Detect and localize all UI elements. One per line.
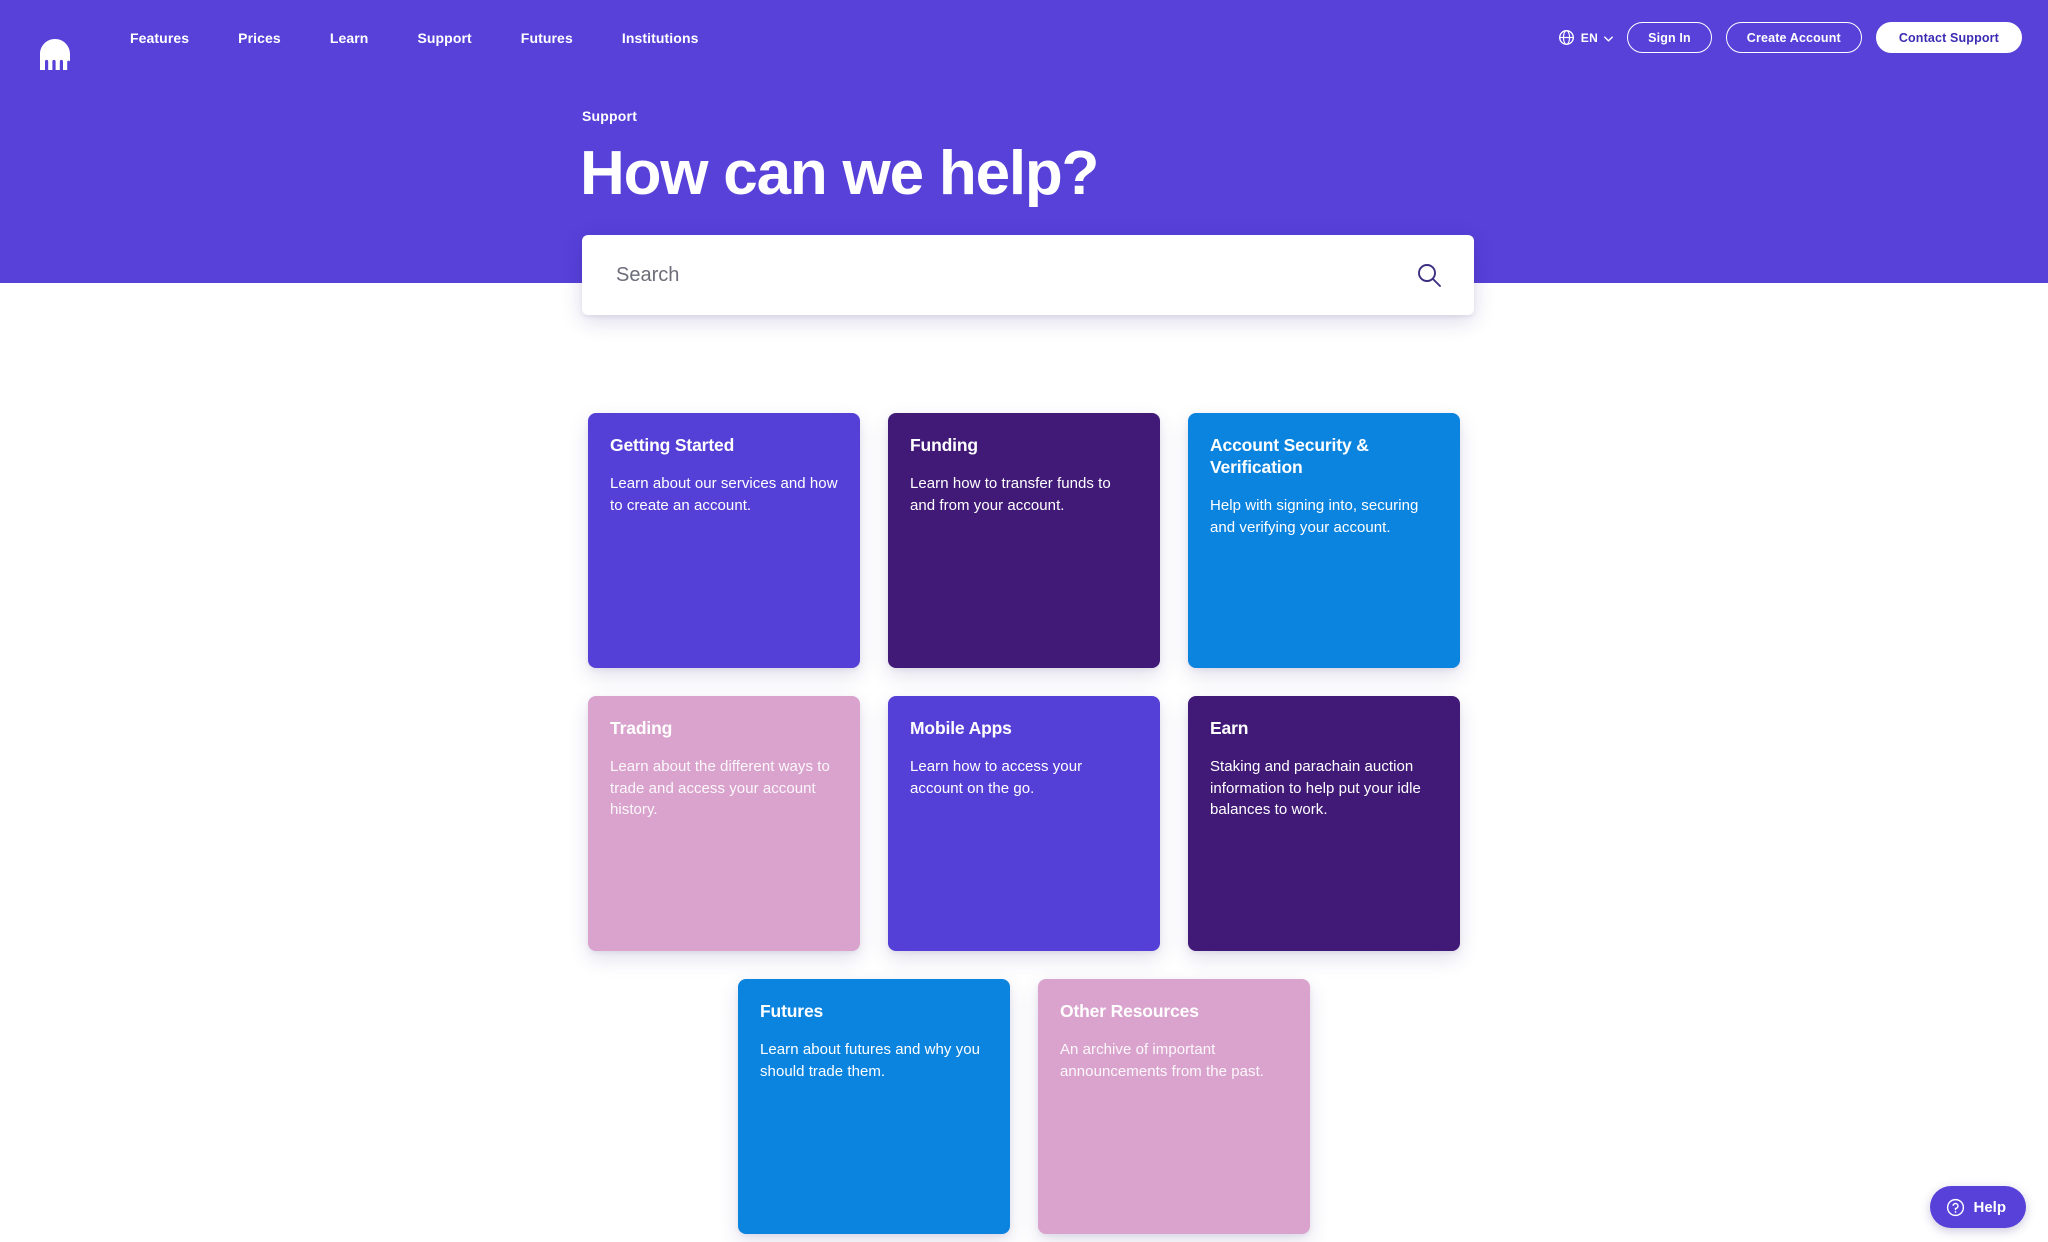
kraken-octopus-logo[interactable] [18, 18, 70, 70]
card-row-1: Getting Started Learn about our services… [0, 413, 2048, 668]
contact-support-button[interactable]: Contact Support [1875, 22, 2022, 53]
question-circle-icon [1947, 1198, 1965, 1216]
card-title: Mobile Apps [910, 718, 1012, 738]
card-description: Learn about futures and why you should t… [760, 1040, 981, 1080]
chevron-down-icon [1604, 35, 1614, 42]
nav-link-institutions[interactable]: Institutions [622, 24, 699, 52]
support-category-grid: Getting Started Learn about our services… [0, 413, 2048, 1234]
card-description: An archive of important announcements fr… [1060, 1040, 1265, 1080]
nav-link-prices[interactable]: Prices [238, 24, 281, 52]
nav-link-futures[interactable]: Futures [521, 24, 573, 52]
create-account-button[interactable]: Create Account [1725, 22, 1862, 53]
search-icon [1418, 264, 1441, 287]
breadcrumb-support: Support [582, 108, 638, 124]
card-other-resources[interactable]: Other Resources An archive of important … [1038, 979, 1310, 1234]
card-title: Futures [760, 1001, 824, 1021]
help-widget-button[interactable]: Help [1930, 1186, 2026, 1228]
nav-link-support[interactable]: Support [417, 24, 471, 52]
language-label: EN [1580, 30, 1599, 45]
card-row-2: Trading Learn about the different ways t… [0, 696, 2048, 951]
nav-right-actions: EN Sign In Create Account Contact Suppor… [1558, 0, 2022, 75]
card-description: Learn about the different ways to trade … [610, 757, 830, 819]
search-button[interactable] [1412, 258, 1446, 292]
card-trading[interactable]: Trading Learn about the different ways t… [588, 696, 860, 951]
card-title: Other Resources [1060, 1001, 1199, 1021]
page-title: How can we help? [580, 139, 1099, 208]
card-mobile-apps[interactable]: Mobile Apps Learn how to access your acc… [888, 696, 1160, 951]
card-description: Learn how to transfer funds to and from … [910, 474, 1111, 514]
sign-in-button[interactable]: Sign In [1627, 22, 1712, 53]
nav-link-features[interactable]: Features [130, 24, 189, 52]
card-title: Trading [610, 718, 673, 738]
card-description: Staking and parachain auction informatio… [1210, 757, 1421, 819]
card-title: Getting Started [610, 435, 735, 455]
top-navigation-bar: Features Prices Learn Support Futures In… [0, 0, 2048, 75]
card-account-security-verification[interactable]: Account Security & Verification Help wit… [1188, 413, 1460, 668]
card-title: Account Security & Verification [1210, 435, 1369, 477]
search-input[interactable] [616, 235, 1412, 315]
globe-icon [1558, 30, 1574, 45]
language-selector[interactable]: EN [1558, 29, 1614, 46]
card-description: Learn about our services and how to crea… [610, 474, 838, 514]
nav-link-learn[interactable]: Learn [330, 24, 369, 52]
card-earn[interactable]: Earn Staking and parachain auction infor… [1188, 696, 1460, 951]
card-futures[interactable]: Futures Learn about futures and why you … [738, 979, 1010, 1234]
search-bar[interactable] [582, 235, 1474, 315]
card-title: Funding [910, 435, 978, 455]
nav-links: Features Prices Learn Support Futures In… [130, 0, 698, 75]
help-widget-label: Help [1973, 1198, 2006, 1216]
card-description: Learn how to access your account on the … [910, 757, 1083, 797]
kraken-octopus-logo-glyph [40, 39, 70, 70]
card-row-3: Futures Learn about futures and why you … [0, 979, 2048, 1234]
card-getting-started[interactable]: Getting Started Learn about our services… [588, 413, 860, 668]
card-funding[interactable]: Funding Learn how to transfer funds to a… [888, 413, 1160, 668]
card-title: Earn [1210, 718, 1249, 738]
card-description: Help with signing into, securing and ver… [1210, 496, 1419, 536]
